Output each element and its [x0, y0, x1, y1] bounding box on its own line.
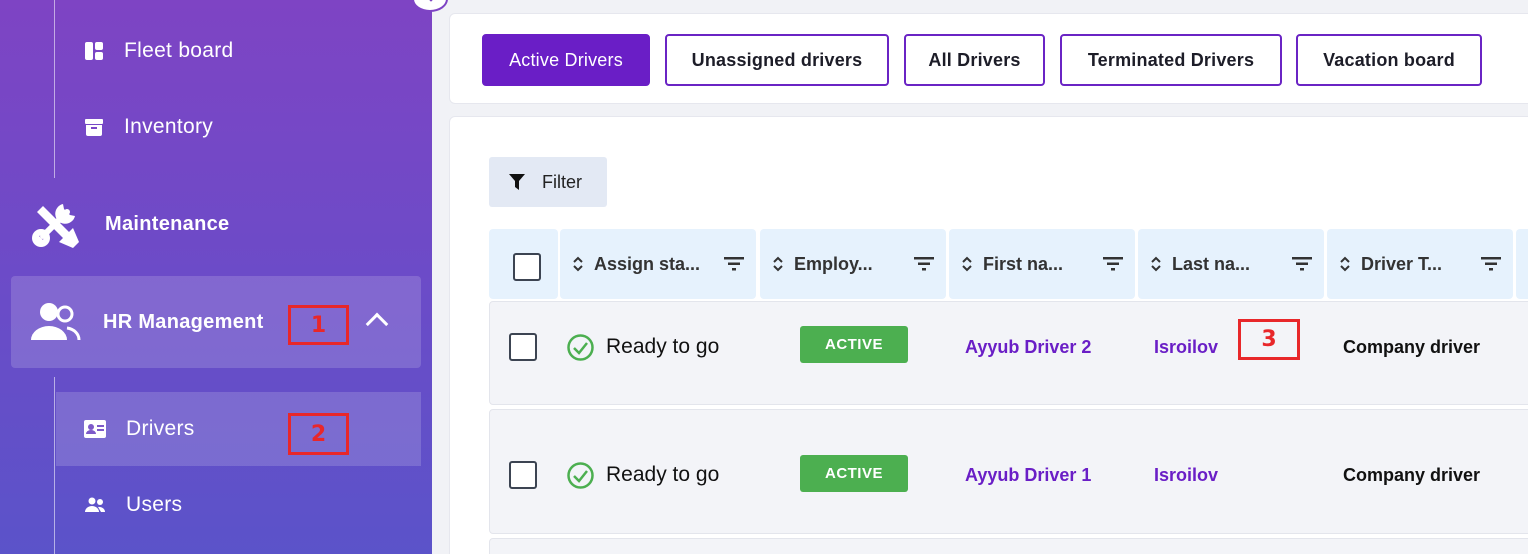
table-row[interactable] [489, 538, 1528, 554]
assign-status-text: Ready to go [606, 335, 720, 358]
row-checkbox[interactable] [509, 461, 537, 489]
drivers-table-card: Filter Assign sta... Employ... First na.… [449, 116, 1528, 554]
tab-terminated-drivers[interactable]: Terminated Drivers [1060, 34, 1282, 86]
tab-vacation-board[interactable]: Vacation board [1296, 34, 1482, 86]
column-filter-icon[interactable] [1481, 257, 1501, 271]
driver-type-cell: Company driver [1343, 460, 1480, 490]
last-name-link[interactable]: Isroilov [1154, 465, 1218, 486]
chevron-up-icon[interactable] [365, 312, 389, 336]
users-icon [85, 497, 106, 512]
column-filter-icon[interactable] [1292, 257, 1312, 271]
check-circle-icon [567, 333, 594, 361]
driver-type-text: Company driver [1343, 336, 1481, 357]
driver-type-text: Company driver [1343, 464, 1481, 485]
dashboard-icon [85, 42, 103, 60]
sort-icon[interactable] [1339, 255, 1351, 273]
column-header-driver-type[interactable]: Driver T... [1327, 229, 1513, 299]
sidebar-item-users[interactable]: Users [56, 468, 421, 542]
sidebar: Fleet board Inventory Maintenance HR Man… [0, 0, 448, 554]
annotation-marker-2: 2 [288, 413, 349, 455]
row-checkbox[interactable] [509, 333, 537, 361]
assign-status-text: Ready to go [606, 463, 720, 486]
sidebar-collapse-button[interactable] [412, 0, 448, 12]
archive-box-icon [85, 119, 103, 136]
table-row[interactable]: Ready to go ACTIVE Ayyub Driver 2 Isroil… [489, 301, 1528, 405]
select-all-checkbox[interactable] [513, 253, 541, 281]
tree-line [54, 377, 55, 554]
column-header-label: Driver T... [1361, 253, 1443, 274]
column-header-more [1516, 229, 1528, 299]
filter-button[interactable]: Filter [489, 157, 607, 207]
tabs-card: Active Drivers Unassigned drivers All Dr… [449, 13, 1528, 104]
sidebar-item-label: Maintenance [105, 212, 230, 235]
last-name-link[interactable]: Isroilov [1154, 337, 1218, 358]
status-badge: ACTIVE [800, 455, 908, 492]
annotation-marker-3: 3 [1238, 319, 1300, 360]
employment-cell: ACTIVE [800, 455, 908, 492]
tree-line [54, 0, 55, 178]
sidebar-item-hr-management[interactable]: HR Management [11, 276, 421, 368]
column-header-label: Employ... [794, 253, 873, 274]
status-badge: ACTIVE [800, 326, 908, 363]
tab-active-drivers[interactable]: Active Drivers [482, 34, 650, 86]
sidebar-item-label: Users [126, 493, 183, 516]
column-header-label: Assign sta... [594, 253, 701, 274]
people-group-icon [31, 303, 81, 341]
sidebar-item-label: Fleet board [124, 39, 234, 62]
assign-status-cell: Ready to go [567, 332, 719, 362]
select-all-header [489, 229, 558, 299]
column-filter-icon[interactable] [914, 257, 934, 271]
last-name-cell: Isroilov [1154, 460, 1218, 490]
tab-all-drivers[interactable]: All Drivers [904, 34, 1045, 86]
sort-icon[interactable] [961, 255, 973, 273]
sort-icon[interactable] [772, 255, 784, 273]
column-header-employment[interactable]: Employ... [760, 229, 946, 299]
column-filter-icon[interactable] [1103, 257, 1123, 271]
sidebar-item-label: Drivers [126, 417, 195, 440]
sort-icon[interactable] [1150, 255, 1162, 273]
sidebar-item-maintenance[interactable]: Maintenance [11, 178, 421, 270]
funnel-icon [509, 174, 525, 190]
sidebar-item-inventory[interactable]: Inventory [56, 90, 421, 164]
filter-label: Filter [542, 171, 582, 192]
assign-status-cell: Ready to go [567, 460, 719, 490]
table-row[interactable]: Ready to go ACTIVE Ayyub Driver 1 Isroil… [489, 409, 1528, 534]
first-name-link[interactable]: Ayyub Driver 2 [965, 337, 1091, 358]
first-name-cell: Ayyub Driver 1 [965, 460, 1091, 490]
column-header-label: First na... [983, 253, 1064, 274]
first-name-cell: Ayyub Driver 2 [965, 332, 1091, 362]
first-name-link[interactable]: Ayyub Driver 1 [965, 465, 1091, 486]
sidebar-item-drivers[interactable]: Drivers [56, 392, 421, 466]
driver-type-cell: Company driver [1343, 332, 1480, 362]
tools-icon [32, 204, 79, 248]
check-circle-icon [567, 461, 594, 489]
employment-cell: ACTIVE [800, 326, 908, 363]
column-header-last-name[interactable]: Last na... [1138, 229, 1324, 299]
column-filter-icon[interactable] [724, 257, 744, 271]
sidebar-item-label: HR Management [103, 310, 264, 333]
sort-icon[interactable] [572, 255, 584, 273]
sidebar-item-label: Inventory [124, 115, 214, 138]
sidebar-item-fleet-board[interactable]: Fleet board [56, 14, 421, 88]
annotation-marker-1: 1 [288, 305, 349, 345]
column-header-assign-status[interactable]: Assign sta... [560, 229, 756, 299]
id-card-icon [84, 420, 106, 438]
column-header-first-name[interactable]: First na... [949, 229, 1135, 299]
column-header-label: Last na... [1172, 253, 1251, 274]
last-name-cell: Isroilov [1154, 332, 1218, 362]
tab-unassigned-drivers[interactable]: Unassigned drivers [665, 34, 889, 86]
